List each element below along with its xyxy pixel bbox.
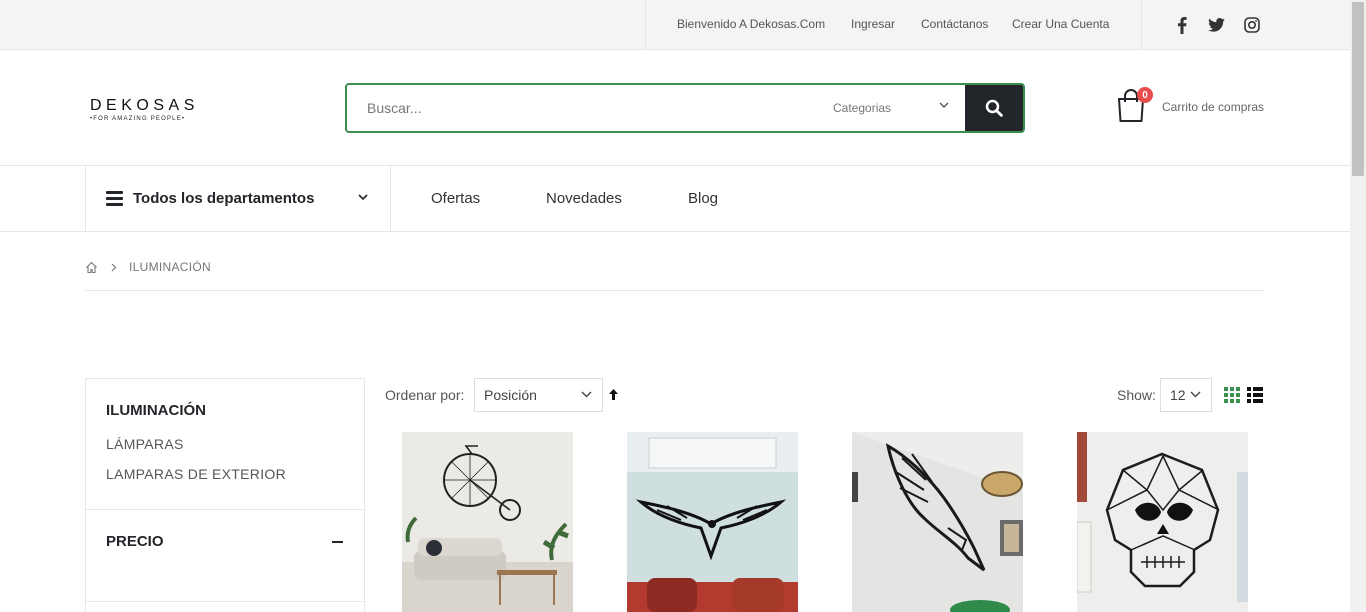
breadcrumb: ILUMINACIÓN [85, 258, 211, 276]
main-nav: Todos los departamentos [0, 165, 1350, 232]
chevron-down-icon [358, 194, 368, 201]
menu-icon [106, 191, 123, 209]
breadcrumb-current: ILUMINACIÓN [129, 260, 211, 274]
facebook-icon[interactable] [1173, 16, 1191, 34]
chevron-right-icon [111, 263, 117, 271]
list-view-icon[interactable] [1247, 387, 1263, 403]
home-icon[interactable] [85, 261, 98, 274]
chevron-down-icon [581, 391, 592, 398]
cart-label[interactable]: Carrito de compras [1162, 100, 1264, 114]
product-image-hawk[interactable] [852, 432, 1023, 612]
departments-label: Todos los departamentos [133, 190, 315, 207]
show-select-value: 12 [1170, 387, 1186, 403]
nav-link-novedades[interactable]: Novedades [546, 190, 622, 207]
chevron-down-icon [1190, 391, 1201, 398]
product-image-bicycle[interactable] [402, 432, 573, 612]
search-icon [985, 99, 1003, 117]
welcome-text: Bienvenido A Dekosas.Com [677, 17, 826, 31]
contact-link[interactable]: Contáctanos [921, 17, 988, 31]
category-title: ILUMINACIÓN [106, 402, 206, 419]
scrollbar-thumb[interactable] [1352, 2, 1364, 176]
cart-button[interactable]: 0 [1115, 87, 1153, 129]
departments-dropdown[interactable]: Todos los departamentos [85, 166, 391, 231]
show-select[interactable]: 12 [1160, 378, 1212, 412]
product-image-skull[interactable] [1077, 432, 1248, 612]
collapse-icon[interactable] [332, 541, 343, 543]
sort-direction-arrow-icon[interactable] [609, 389, 618, 400]
product-image-eagle[interactable] [627, 432, 798, 612]
top-bar: Bienvenido A Dekosas.Com Ingresar Contác… [0, 0, 1350, 50]
chevron-down-icon [939, 102, 949, 108]
nav-link-blog[interactable]: Blog [688, 190, 718, 207]
search-button[interactable] [965, 85, 1023, 131]
grid-view-icon[interactable] [1224, 387, 1240, 403]
search-input[interactable] [347, 85, 807, 131]
site-logo[interactable]: DEKOSAS •FOR AMAZING PEOPLE• [90, 97, 199, 123]
filter-sidebar: ILUMINACIÓN LÁMPARAS LAMPARAS DE EXTERIO… [85, 378, 365, 612]
category-select[interactable]: Categorias [833, 85, 965, 131]
sidebar-item-lamparas-exterior[interactable]: LAMPARAS DE EXTERIOR [106, 466, 286, 482]
category-select-label: Categorias [833, 101, 892, 115]
sidebar-item-lamparas[interactable]: LÁMPARAS [106, 436, 184, 452]
login-link[interactable]: Ingresar [851, 17, 895, 31]
twitter-icon[interactable] [1207, 16, 1225, 34]
create-account-link[interactable]: Crear Una Cuenta [1012, 17, 1109, 31]
page-scrollbar[interactable] [1350, 0, 1366, 612]
price-filter-title[interactable]: PRECIO [106, 533, 164, 550]
top-bar-divider [1141, 0, 1142, 50]
search-bar: Categorias [345, 83, 1025, 133]
logo-tagline: •FOR AMAZING PEOPLE• [90, 116, 186, 122]
sidebar-divider [86, 509, 364, 510]
breadcrumb-divider [85, 290, 1265, 291]
logo-text: DEKOSAS [90, 97, 199, 114]
nav-link-ofertas[interactable]: Ofertas [431, 190, 480, 207]
show-label: Show: [1117, 387, 1156, 403]
cart-count-badge: 0 [1137, 87, 1153, 103]
sort-select[interactable]: Posición [474, 378, 603, 412]
top-bar-divider [645, 0, 646, 50]
sidebar-divider [86, 601, 364, 602]
instagram-icon[interactable] [1243, 16, 1261, 34]
sort-label: Ordenar por: [385, 387, 465, 403]
sort-select-value: Posición [484, 387, 537, 403]
